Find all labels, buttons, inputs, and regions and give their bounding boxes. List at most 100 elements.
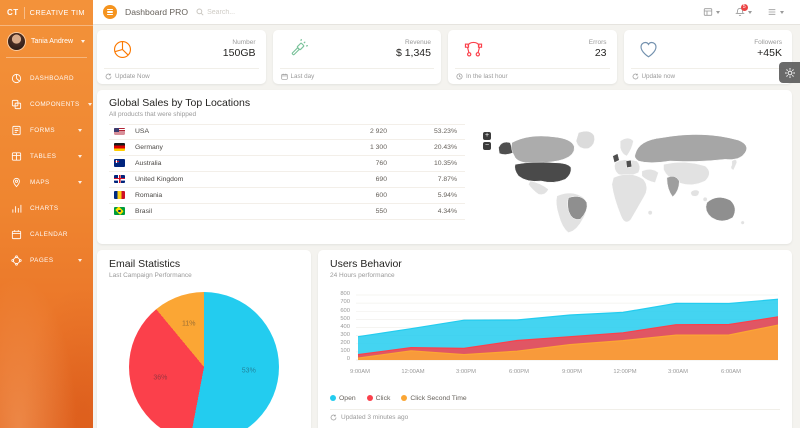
pages-icon [11,255,22,266]
sidebar-item-label: COMPONENTS [30,101,80,108]
tables-icon [11,151,22,162]
stat-label: Errors [589,39,607,46]
country-percent: 53.23% [387,128,465,135]
y-axis-tick: 700 [330,299,350,305]
search-box [196,8,279,16]
flag-icon-de [114,143,125,151]
sales-table-row: United Kingdom 6907.87% [109,172,465,188]
stat-card-number: Number 150GB Update Now [97,30,266,84]
sidebar-item-pages[interactable]: PAGES [0,247,93,273]
world-map[interactable] [481,126,776,236]
country-name: Romania [135,192,162,199]
legend-item: Click Second Time [401,395,466,402]
sidebar: CT CREATIVE TIM Tania Andrew DASHBOARD CO… [0,0,93,428]
world-map-wrap: + − [465,124,780,236]
sales-table: USA2 92053.23%Germany1 30020.43%Australi… [109,124,465,236]
x-axis-tick: 9:00AM [345,369,375,375]
stat-label: Followers [754,39,782,46]
sales-table-row: Australia76010.35% [109,156,465,172]
y-axis-tick: 500 [330,316,350,322]
list-icon [767,7,777,17]
flag-icon-us [114,128,125,136]
notification-badge: 5 [741,4,749,12]
sidebar-item-forms[interactable]: FORMS [0,117,93,143]
pie-slice-label: 36% [153,374,167,381]
card-title: Global Sales by Top Locations [109,97,780,109]
country-percent: 7.87% [387,176,465,183]
notifications-dropdown[interactable]: 5 [735,7,752,17]
x-axis-tick: 6:00AM [716,369,746,375]
stat-label: Revenue [396,39,431,46]
light-icon [283,38,313,61]
country-percent: 4.34% [387,208,465,215]
sidebar-minimize-button[interactable] [103,5,117,19]
country-percent: 10.35% [387,160,465,167]
calendar-icon [11,229,22,240]
sidebar-item-label: FORMS [30,127,55,134]
sidebar-item-label: PAGES [30,257,53,264]
chevron-down-icon [78,129,82,132]
clock-icon [456,73,463,80]
calendar-icon [281,73,288,80]
stats-dropdown[interactable] [703,7,720,17]
stat-card-revenue: Revenue $ 1,345 Last day [273,30,442,84]
email-statistics-pie-chart[interactable]: 53%36%11% [129,292,279,428]
users-behavior-area-chart[interactable]: 80070060050040030020010009:00AM12:00AM3:… [330,289,780,381]
stat-value: $ 1,345 [396,47,431,59]
legend-dot [330,395,336,401]
sidebar-item-tables[interactable]: TABLES [0,143,93,169]
map-pin-icon [11,177,22,188]
sidebar-item-label: CHARTS [30,205,58,212]
country-value: 2 920 [327,128,387,135]
legend-item: Open [330,395,356,402]
more-dropdown[interactable] [767,7,784,17]
chart-pie-icon [11,73,22,84]
y-axis-tick: 800 [330,291,350,297]
sidebar-menu: DASHBOARD COMPONENTS FORMS TABLES MAPS CHARTS… [0,65,93,273]
brand[interactable]: CT CREATIVE TIM [0,0,93,26]
country-name: United Kingdom [135,176,183,183]
card-subtitle: Last Campaign Performance [109,272,299,279]
country-percent: 20.43% [387,144,465,151]
sidebar-item-label: CALENDAR [30,231,68,238]
area-chart-svg [356,289,778,367]
stat-card-errors: Errors 23 In the last hour [448,30,617,84]
stat-footer[interactable]: Update Now [104,68,259,84]
sales-table-row: Brasil5504.34% [109,204,465,220]
chevron-down-icon [78,259,82,262]
stat-card-followers: Followers +45K Update now [624,30,793,84]
country-percent: 5.94% [387,192,465,199]
search-input[interactable] [207,9,279,16]
chevron-down-icon [780,11,784,14]
country-value: 1 300 [327,144,387,151]
sidebar-item-label: TABLES [30,153,56,160]
card-subtitle: 24 Hours performance [330,272,780,279]
page-title[interactable]: Dashboard PRO [125,7,188,17]
sidebar-item-maps[interactable]: MAPS [0,169,93,195]
settings-button[interactable] [779,62,800,83]
chart-legend: OpenClickClick Second Time [330,395,780,402]
x-axis-tick: 9:00PM [557,369,587,375]
refresh-icon [105,73,112,80]
search-icon [196,8,204,16]
country-value: 690 [327,176,387,183]
brand-mini-logo: CT [7,8,19,17]
global-sales-card: Global Sales by Top Locations All produc… [97,90,792,244]
sidebar-item-components[interactable]: COMPONENTS [0,91,93,117]
avatar [8,33,25,50]
map-zoom-out-button[interactable]: − [483,142,491,150]
pie-slice-label: 53% [242,367,256,374]
map-zoom-in-button[interactable]: + [483,132,491,140]
sidebar-item-dashboard[interactable]: DASHBOARD [0,65,93,91]
sidebar-user[interactable]: Tania Andrew [6,26,87,58]
y-axis-tick: 100 [330,348,350,354]
x-axis-tick: 12:00AM [398,369,428,375]
stat-footer[interactable]: Update now [631,68,786,84]
country-value: 600 [327,192,387,199]
sidebar-item-calendar[interactable]: CALENDAR [0,221,93,247]
y-axis-tick: 200 [330,340,350,346]
country-name: USA [135,128,149,135]
sidebar-item-charts[interactable]: CHARTS [0,195,93,221]
chart-footer: Updated 3 minutes ago [330,409,780,421]
stat-value: 23 [589,47,607,59]
